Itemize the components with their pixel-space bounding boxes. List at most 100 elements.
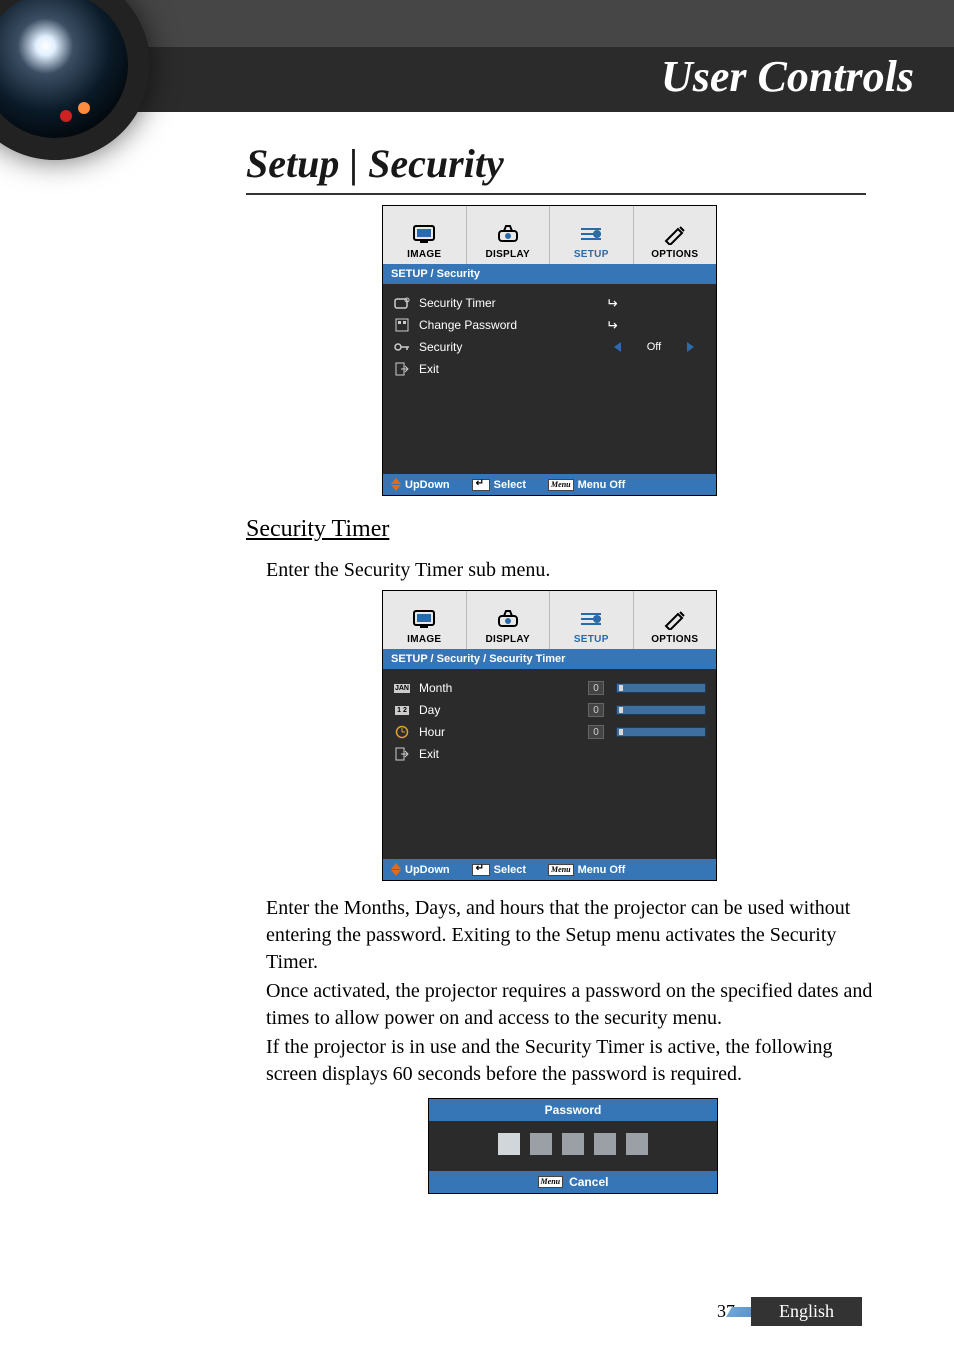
- updown-icon: [391, 478, 401, 491]
- osd-tab-bar: IMAGE DISPLAY SETUP OPTIONS: [383, 591, 716, 649]
- page-banner: User Controls: [0, 0, 954, 112]
- keypad-icon: [393, 318, 411, 332]
- menu-badge-icon: Menu: [538, 1176, 564, 1188]
- security-timer-label: Security Timer: [419, 296, 496, 310]
- security-label: Security: [419, 340, 462, 354]
- security-value: Off: [639, 341, 669, 353]
- tab-image[interactable]: IMAGE: [383, 206, 467, 264]
- row-day[interactable]: 1 2 Day 0: [393, 699, 706, 721]
- tab-image-label: IMAGE: [407, 249, 441, 260]
- footer-menuoff-label: Menu Off: [578, 864, 626, 876]
- menu-badge-icon: Menu: [548, 864, 574, 876]
- footer-updown-label: UpDown: [405, 864, 450, 876]
- tools-icon: [662, 219, 688, 249]
- tab-image-label: IMAGE: [407, 634, 441, 645]
- section-heading: Setup | Security: [246, 140, 866, 195]
- updown-icon: [391, 863, 401, 876]
- row-security[interactable]: Security Off: [393, 336, 706, 358]
- hour-value: 0: [588, 725, 604, 739]
- osd-body: JAN Month 0 1 2 Day 0 Hour 0 Exit: [383, 669, 716, 859]
- password-panel: Password Menu Cancel: [428, 1098, 718, 1194]
- row-exit[interactable]: Exit: [393, 358, 706, 380]
- enter-icon: ↵: [606, 295, 618, 312]
- tab-options[interactable]: OPTIONS: [634, 206, 717, 264]
- enter-key-icon: [472, 864, 490, 876]
- banner-title: User Controls: [661, 51, 914, 102]
- password-digit-3[interactable]: [562, 1133, 584, 1155]
- arrow-left-icon[interactable]: [614, 342, 621, 352]
- password-footer: Menu Cancel: [429, 1171, 717, 1193]
- tools-icon: [662, 604, 688, 634]
- hour-label: Hour: [419, 725, 445, 739]
- language-badge: English: [751, 1297, 862, 1326]
- day-slider[interactable]: [616, 705, 706, 715]
- row-month[interactable]: JAN Month 0: [393, 677, 706, 699]
- tab-setup-label: SETUP: [574, 249, 609, 260]
- tab-display[interactable]: DISPLAY: [467, 206, 551, 264]
- menu-badge-icon: Menu: [548, 479, 574, 491]
- paragraph-2: Enter the Months, Days, and hours that t…: [266, 895, 876, 976]
- arrow-right-icon[interactable]: [687, 342, 694, 352]
- footer-select-label: Select: [494, 864, 526, 876]
- tab-display-label: DISPLAY: [485, 249, 530, 260]
- cancel-label[interactable]: Cancel: [569, 1175, 608, 1189]
- page-footer: 37 English: [717, 1297, 862, 1326]
- breadcrumb: SETUP / Security: [383, 264, 716, 284]
- paragraph-4: If the projector is in use and the Secur…: [266, 1034, 876, 1088]
- exit-icon: [393, 747, 411, 761]
- tab-display-label: DISPLAY: [485, 634, 530, 645]
- tab-setup[interactable]: SETUP: [550, 591, 634, 649]
- password-title: Password: [429, 1099, 717, 1121]
- paragraph-3: Once activated, the projector requires a…: [266, 978, 876, 1032]
- exit-label: Exit: [419, 747, 439, 761]
- hour-slider[interactable]: [616, 727, 706, 737]
- clock-icon: [393, 296, 411, 310]
- lens-graphic: [0, 0, 130, 112]
- tab-display[interactable]: DISPLAY: [467, 591, 551, 649]
- month-icon: JAN: [393, 681, 411, 695]
- osd-panel-security: IMAGE DISPLAY SETUP OPTIONS SETUP / Secu…: [382, 205, 717, 496]
- hour-icon: [393, 725, 411, 739]
- change-password-label: Change Password: [419, 318, 517, 332]
- enter-key-icon: [472, 479, 490, 491]
- enter-icon: ↵: [606, 317, 618, 334]
- day-icon: 1 2: [393, 703, 411, 717]
- tab-setup[interactable]: SETUP: [550, 206, 634, 264]
- monitor-icon: [411, 604, 437, 634]
- sliders-icon: [577, 604, 605, 634]
- sub-heading-security-timer: Security Timer: [246, 516, 954, 543]
- exit-label: Exit: [419, 362, 439, 376]
- tab-options-label: OPTIONS: [651, 634, 698, 645]
- osd-footer: UpDown Select Menu Menu Off: [383, 859, 716, 880]
- month-label: Month: [419, 681, 452, 695]
- row-exit[interactable]: Exit: [393, 743, 706, 765]
- tab-options-label: OPTIONS: [651, 249, 698, 260]
- password-digit-4[interactable]: [594, 1133, 616, 1155]
- row-hour[interactable]: Hour 0: [393, 721, 706, 743]
- password-digit-1[interactable]: [498, 1133, 520, 1155]
- row-change-password[interactable]: Change Password ↵: [393, 314, 706, 336]
- osd-footer: UpDown Select Menu Menu Off: [383, 474, 716, 495]
- osd-panel-security-timer: IMAGE DISPLAY SETUP OPTIONS SETUP / Secu…: [382, 590, 717, 881]
- footer-menuoff-label: Menu Off: [578, 479, 626, 491]
- password-digit-5[interactable]: [626, 1133, 648, 1155]
- day-label: Day: [419, 703, 440, 717]
- footer-select-label: Select: [494, 479, 526, 491]
- exit-icon: [393, 362, 411, 376]
- osd-tab-bar: IMAGE DISPLAY SETUP OPTIONS: [383, 206, 716, 264]
- password-digit-2[interactable]: [530, 1133, 552, 1155]
- breadcrumb: SETUP / Security / Security Timer: [383, 649, 716, 669]
- month-value: 0: [588, 681, 604, 695]
- projector-icon: [495, 219, 521, 249]
- tab-options[interactable]: OPTIONS: [634, 591, 717, 649]
- tab-setup-label: SETUP: [574, 634, 609, 645]
- tab-image[interactable]: IMAGE: [383, 591, 467, 649]
- day-value: 0: [588, 703, 604, 717]
- projector-icon: [495, 604, 521, 634]
- footer-updown-label: UpDown: [405, 479, 450, 491]
- sliders-icon: [577, 219, 605, 249]
- password-input-row: [429, 1121, 717, 1171]
- month-slider[interactable]: [616, 683, 706, 693]
- paragraph-1: Enter the Security Timer sub menu.: [266, 557, 876, 584]
- row-security-timer[interactable]: Security Timer ↵: [393, 292, 706, 314]
